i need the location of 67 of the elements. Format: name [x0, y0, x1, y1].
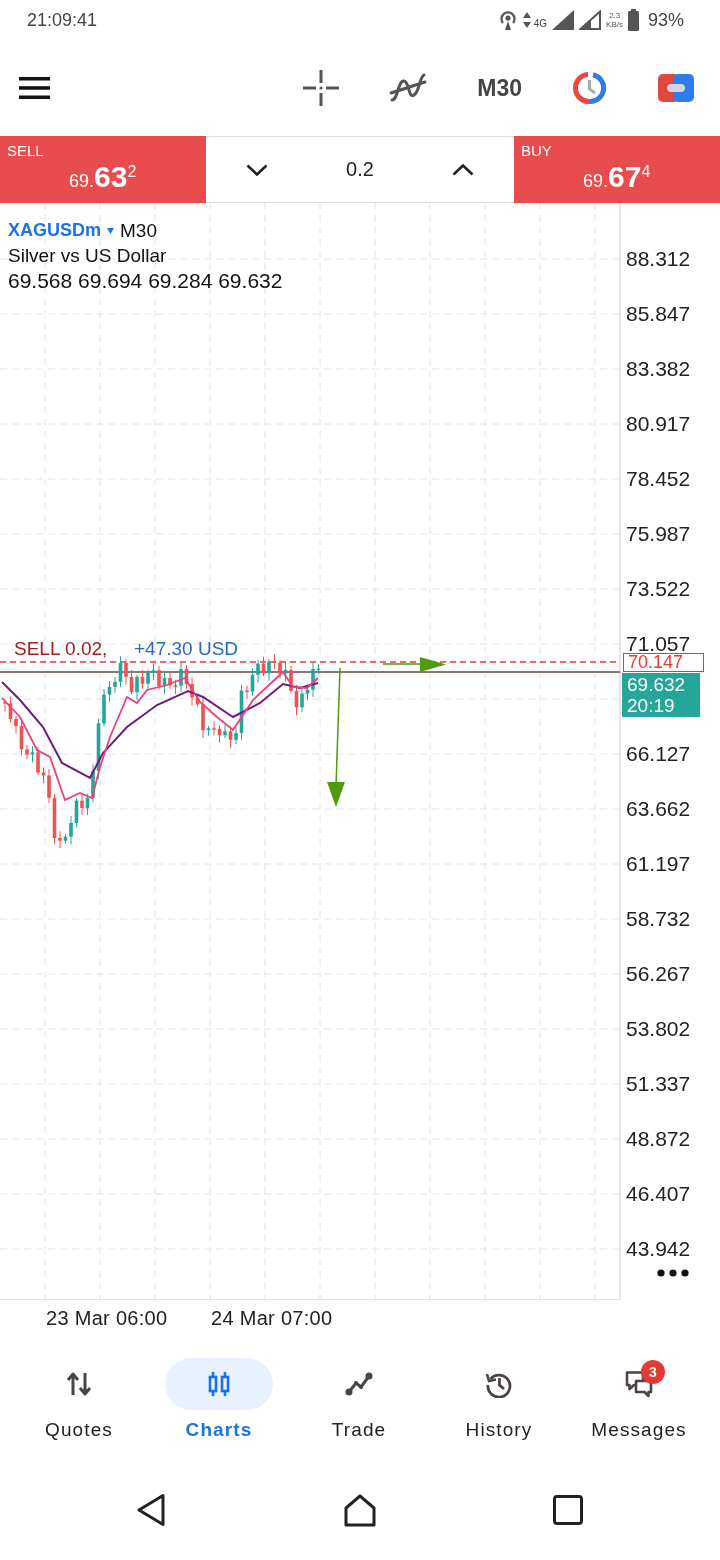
candlestick-icon [165, 1358, 273, 1410]
price-axis-label: 48.872 [626, 1129, 691, 1149]
price-axis-label: 53.802 [626, 1019, 691, 1039]
menu-icon[interactable] [19, 77, 50, 99]
price-axis-label: 61.197 [626, 854, 691, 874]
price-axis-label: 63.662 [626, 799, 691, 819]
price-axis-label: 46.407 [626, 1184, 691, 1204]
timeframe-button[interactable]: M30 [477, 74, 522, 102]
nav-tab[interactable]: 3 Messages [569, 1336, 709, 1448]
symbol-selector[interactable]: XAGUSDm [8, 220, 101, 241]
price-axis-label: 51.337 [626, 1074, 691, 1094]
price-axis-label: 73.522 [626, 579, 691, 599]
position-label: SELL 0.02, [14, 638, 108, 660]
home-icon[interactable] [343, 1493, 376, 1527]
sell-button[interactable]: SELL 69.63$^{2}$ [0, 136, 206, 203]
price-axis-label: 75.987 [626, 524, 691, 544]
data-arrows-icon [522, 12, 531, 28]
buy-price: 69.67$^{4}$ [583, 162, 651, 195]
time-axis-label: 23 Mar 06:00 [46, 1306, 168, 1329]
more-icon[interactable] [657, 1269, 689, 1277]
price-axis-label: 85.847 [626, 304, 691, 324]
battery-icon [627, 9, 639, 31]
sell-price: 69.63$^{2}$ [69, 162, 137, 195]
back-icon[interactable] [136, 1493, 166, 1527]
bar-countdown: 20:19 [627, 695, 675, 716]
price-axis-label: 80.917 [626, 414, 691, 434]
signal-icon [579, 10, 602, 30]
crosshair-icon[interactable] [303, 70, 340, 106]
battery-level: 93% [647, 9, 684, 31]
status-time: 21:09:41 [27, 9, 98, 31]
clock-icon[interactable] [572, 70, 608, 106]
signal-icon [552, 10, 575, 30]
recent-apps-icon[interactable] [553, 1495, 583, 1525]
chart-timeframe: M30 [120, 219, 157, 242]
price-axis-label: 71.057 [626, 634, 691, 654]
chevron-up-icon [452, 163, 474, 176]
network-type: 4G [533, 18, 548, 29]
bid-price: 69.632 [627, 674, 686, 695]
buy-button[interactable]: BUY 69.67$^{4}$ [514, 136, 720, 203]
price-axis-label: 58.732 [626, 909, 691, 929]
right-arrow [382, 657, 446, 672]
position-profit: +47.30 USD [134, 638, 239, 660]
chevron-down-icon [246, 163, 268, 176]
price-axis-label: 88.312 [626, 249, 691, 269]
caret-icon[interactable] [107, 227, 114, 234]
price-axis-label: 56.267 [626, 964, 691, 984]
time-axis-label: 24 Mar 07:00 [211, 1306, 333, 1329]
arrows-up-down-icon [65, 1370, 93, 1398]
price-axis-label: 43.942 [626, 1239, 691, 1259]
ohlc-values: 69.568 69.694 69.284 69.632 [8, 268, 283, 293]
hotspot-icon [497, 10, 518, 30]
symbol-description: Silver vs US Dollar [8, 244, 167, 268]
nav-tab[interactable]: History [429, 1336, 569, 1448]
order-price-tag: 70.147 [623, 653, 704, 672]
price-axis-label: 78.452 [626, 469, 691, 489]
unread-count-badge: 3 [641, 1360, 665, 1384]
nav-tab[interactable]: Quotes [9, 1336, 149, 1448]
nav-tab[interactable]: Charts [149, 1336, 289, 1448]
wavy-line-icon[interactable] [389, 72, 428, 104]
split-tile-icon[interactable] [658, 74, 694, 102]
line-chart-icon [345, 1370, 373, 1398]
nav-tab[interactable]: Trade [289, 1336, 429, 1448]
data-speed-unit: KB/s [606, 20, 623, 29]
data-speed: 2.3 [608, 11, 621, 20]
volume-field[interactable]: 0.2 [346, 158, 374, 181]
price-axis-label: 83.382 [626, 359, 691, 379]
price-axis-label: 66.127 [626, 744, 691, 764]
